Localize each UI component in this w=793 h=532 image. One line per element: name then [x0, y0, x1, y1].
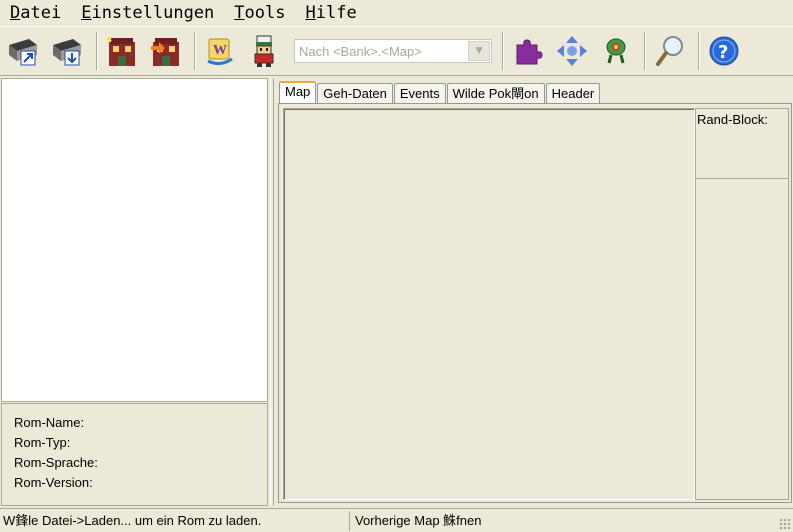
rom-version-label: Rom-Version: — [14, 475, 93, 490]
save-rom-button[interactable] — [50, 31, 86, 71]
tab-header[interactable]: Header — [545, 83, 601, 103]
rom-name-label: Rom-Name: — [14, 415, 85, 430]
help-icon: ? — [709, 36, 739, 66]
import-map-button[interactable] — [148, 31, 184, 71]
map-tree[interactable] — [1, 78, 268, 402]
resize-grip[interactable] — [779, 518, 791, 530]
rand-block-divider — [696, 178, 788, 179]
help-button[interactable]: ? — [706, 31, 742, 71]
toolbar: W Nach <Bank>.<Map> ▼ ? — [0, 26, 793, 76]
tab-events[interactable]: Events — [393, 83, 446, 103]
pokemon-icon — [606, 38, 626, 64]
menu-einstellungen[interactable]: Einstellungen — [81, 0, 214, 26]
script-editor-icon: W — [207, 38, 233, 66]
trainer-button[interactable] — [246, 31, 282, 71]
border-block-panel: Rand-Block: — [695, 108, 789, 500]
trainer-icon — [254, 35, 274, 67]
open-rom-icon — [9, 39, 37, 66]
script-editor-button[interactable]: W — [202, 31, 238, 71]
map-jump-placeholder: Nach <Bank>.<Map> — [299, 43, 422, 59]
puzzle-button[interactable] — [510, 31, 546, 71]
puzzle-icon — [516, 39, 543, 65]
move-icon — [557, 36, 587, 66]
toolbar-separator — [644, 32, 646, 70]
menu-datei[interactable]: Datei — [10, 0, 61, 26]
chevron-down-icon[interactable]: ▼ — [468, 41, 490, 61]
new-map-icon — [107, 36, 135, 66]
panel-splitter[interactable] — [270, 78, 274, 506]
menu-hilfe[interactable]: Hilfe — [305, 0, 356, 26]
toolbar-separator — [194, 32, 196, 70]
tab-geh-daten[interactable]: Geh-Daten — [317, 83, 393, 103]
tab-map[interactable]: Map — [279, 81, 317, 103]
save-rom-icon — [53, 39, 81, 66]
map-tab-panel: Rand-Block: — [278, 103, 792, 503]
map-jump-combo[interactable]: Nach <Bank>.<Map> ▼ — [294, 39, 492, 63]
new-map-button[interactable] — [104, 31, 140, 71]
status-bar: W鋒le Datei->Laden... um ein Rom zu laden… — [0, 508, 793, 532]
tab-wilde-pokemon[interactable]: Wilde Pok閘on — [446, 83, 545, 103]
search-icon — [656, 36, 683, 66]
tab-strip: Map Geh-Daten Events Wilde Pok閘on Header — [279, 81, 601, 103]
import-map-icon — [151, 38, 179, 66]
open-rom-button[interactable] — [6, 31, 42, 71]
map-canvas[interactable] — [283, 108, 695, 500]
rom-info-panel: Rom-Name: Rom-Typ: Rom-Sprache: Rom-Vers… — [1, 403, 268, 506]
toolbar-separator — [502, 32, 504, 70]
rand-block-label: Rand-Block: — [697, 112, 768, 127]
svg-text:?: ? — [718, 42, 728, 63]
toolbar-separator — [96, 32, 98, 70]
status-right-text: Vorherige Map 鮢fnen — [355, 512, 482, 528]
svg-text:W: W — [213, 43, 227, 58]
status-left-text: W鋒le Datei->Laden... um ein Rom zu laden… — [0, 510, 350, 531]
search-button[interactable] — [652, 31, 688, 71]
rom-sprache-label: Rom-Sprache: — [14, 455, 98, 470]
pokemon-button[interactable] — [598, 31, 634, 71]
menu-tools[interactable]: Tools — [234, 0, 285, 26]
toolbar-separator — [698, 32, 700, 70]
menu-bar: Datei Einstellungen Tools Hilfe — [0, 0, 793, 26]
move-button[interactable] — [554, 31, 590, 71]
rom-typ-label: Rom-Typ: — [14, 435, 71, 450]
